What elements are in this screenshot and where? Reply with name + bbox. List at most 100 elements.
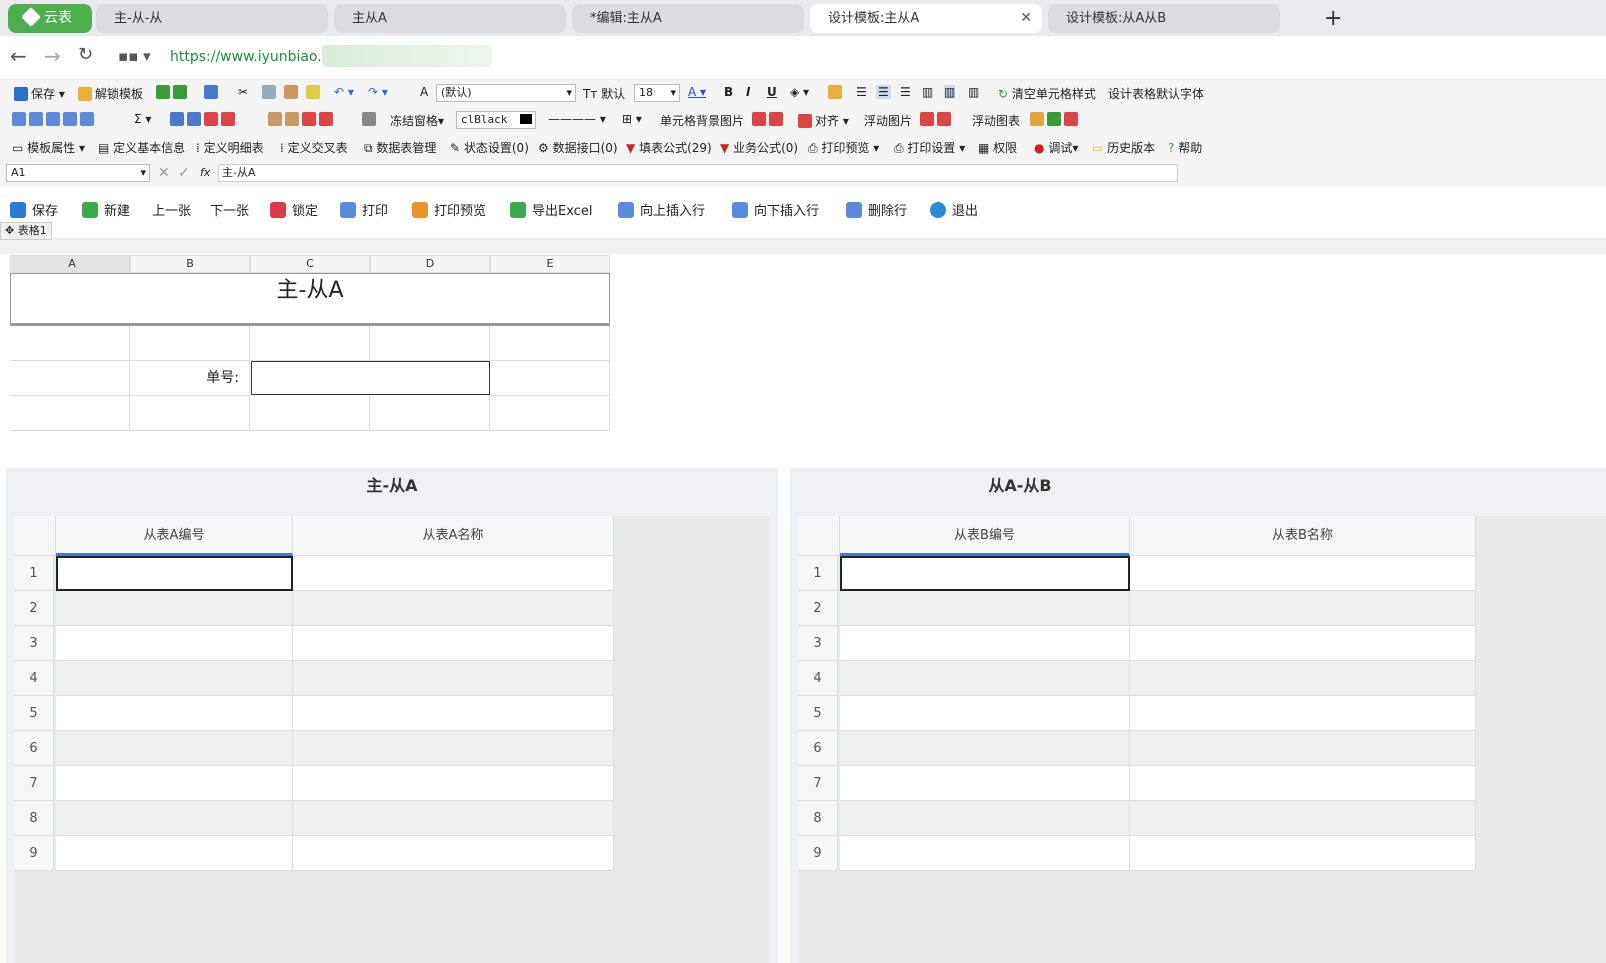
browser-tab[interactable]: *编辑:主从A — [572, 4, 804, 33]
sheet-title-cell[interactable]: 主-从A — [10, 273, 610, 326]
chart-icons[interactable] — [1030, 112, 1081, 126]
new-button[interactable]: 新建 — [82, 200, 130, 219]
grid-cell[interactable] — [1130, 836, 1476, 871]
grid-cell[interactable] — [1130, 766, 1476, 801]
lock-cell-icon[interactable] — [828, 85, 845, 99]
next-button[interactable]: 下一张 — [210, 200, 249, 219]
grid-cell[interactable] — [56, 801, 293, 836]
cancel-icon[interactable]: ✕ — [158, 165, 170, 181]
sum-button[interactable]: Σ ▾ — [134, 112, 151, 126]
history-version-button[interactable]: ▭ 历史版本 — [1092, 139, 1155, 156]
grid-header[interactable]: 从表A名称 — [293, 516, 614, 556]
grid-cell[interactable] — [840, 626, 1130, 661]
clear-style-button[interactable]: ↻ 清空单元格样式 — [998, 85, 1096, 102]
app-logo-tab[interactable]: 云表 — [8, 4, 92, 33]
distribute-right-icon[interactable]: ▥ — [968, 85, 979, 99]
sheet-cell[interactable] — [10, 396, 130, 431]
copy-sheet-icon[interactable] — [156, 85, 190, 99]
format-painter-icon[interactable] — [306, 85, 323, 99]
undo-icon[interactable]: ↶ ▾ — [334, 85, 354, 99]
browser-tab[interactable]: 设计模板:从A从B — [1048, 4, 1280, 33]
align-right-icon[interactable]: ☰ — [900, 85, 911, 99]
grid-cell[interactable] — [56, 696, 293, 731]
grid-cell[interactable] — [840, 696, 1130, 731]
forward-icon[interactable]: → — [44, 44, 61, 68]
prev-button[interactable]: 上一张 — [152, 200, 191, 219]
layout-icons[interactable] — [12, 112, 97, 126]
color-select[interactable]: clBlack — [456, 111, 536, 129]
grid-cell[interactable] — [56, 626, 293, 661]
grid-cell[interactable] — [56, 836, 293, 871]
grid-cell[interactable] — [840, 766, 1130, 801]
grid-header[interactable]: 从表A编号 — [56, 516, 293, 556]
sheet-cell[interactable] — [490, 326, 610, 361]
sheet-cell[interactable] — [130, 326, 250, 361]
paste-icon[interactable] — [284, 85, 301, 99]
align-left-icon[interactable]: ☰ — [856, 85, 867, 99]
float-chart-button[interactable]: 浮动图表 — [972, 112, 1020, 129]
browser-tab[interactable]: 主从A — [334, 4, 566, 33]
distribute-center-icon[interactable]: ▥ — [944, 85, 956, 99]
cut-icon[interactable]: ✂ — [238, 85, 248, 99]
align-center-icon[interactable]: ☰ — [876, 85, 891, 99]
font-size-select[interactable]: 18 ▾ — [634, 84, 680, 102]
line-style-select[interactable]: ———— ▾ — [548, 112, 606, 126]
underline-button[interactable]: U — [767, 85, 777, 99]
font-select[interactable]: (默认) ▾ — [436, 84, 576, 102]
col-header[interactable]: B — [130, 255, 250, 273]
grid-cell[interactable] — [840, 591, 1130, 626]
grid-cell[interactable] — [293, 836, 614, 871]
cell-ref-select[interactable]: A1 ▾ — [6, 164, 150, 182]
insert-icons[interactable] — [170, 112, 238, 126]
define-cross-table-button[interactable]: ⁞ 定义交叉表 — [280, 139, 348, 156]
grid-cell[interactable] — [840, 801, 1130, 836]
new-tab-icon[interactable]: + — [1324, 4, 1342, 33]
grid-cell[interactable] — [293, 661, 614, 696]
sheet-cell[interactable] — [490, 361, 610, 396]
grid-cell[interactable] — [293, 766, 614, 801]
font-color-icon[interactable]: A ▾ — [688, 85, 706, 99]
confirm-icon[interactable]: ✓ — [178, 165, 190, 181]
sheet-tag[interactable]: ✥ 表格1 — [0, 222, 52, 240]
apps-icon[interactable]: ▪▪ ▾ — [118, 47, 151, 65]
save-tool-button[interactable]: 保存 ▾ — [14, 85, 65, 102]
grid-cell[interactable] — [840, 836, 1130, 871]
browser-tab-active[interactable]: 设计模板:主从A ✕ — [810, 4, 1042, 33]
grid-cell[interactable] — [56, 661, 293, 696]
permissions-button[interactable]: ▦ 权限 — [978, 139, 1017, 156]
grid-cell[interactable] — [293, 731, 614, 766]
float-image-icons[interactable] — [920, 112, 954, 126]
col-header[interactable]: D — [370, 255, 490, 273]
status-settings-button[interactable]: ✎ 状态设置(0) — [450, 139, 529, 156]
data-table-manage-button[interactable]: ⧉ 数据表管理 — [364, 139, 436, 156]
grid-cell[interactable] — [293, 696, 614, 731]
freeze-button[interactable]: 冻结窗格▾ — [390, 112, 444, 129]
italic-button[interactable]: I — [746, 85, 750, 99]
url-text[interactable]: https://www.iyunbiao.cn/ — [170, 49, 343, 65]
print-settings-button[interactable]: ⎙ 打印设置 ▾ — [894, 139, 965, 156]
sheet-cell[interactable] — [250, 326, 370, 361]
insert-row-below-button[interactable]: 向下插入行 — [732, 200, 819, 219]
grid-cell[interactable] — [293, 556, 614, 591]
browser-tab[interactable]: 主-从-从 — [96, 4, 328, 33]
grid-cell[interactable] — [1130, 731, 1476, 766]
import-icon[interactable] — [204, 85, 221, 99]
grid-cell[interactable] — [840, 661, 1130, 696]
grid-cell[interactable] — [1130, 626, 1476, 661]
grid-cell[interactable] — [1130, 801, 1476, 836]
fill-color-icon[interactable]: ◈ ▾ — [790, 85, 809, 99]
grid-cell[interactable] — [1130, 556, 1476, 591]
sheet-cell[interactable] — [10, 361, 130, 396]
print-button[interactable]: 打印 — [340, 200, 388, 219]
default-size-button[interactable]: Tт 默认 — [583, 85, 625, 102]
help-button[interactable]: ? 帮助 — [1168, 139, 1202, 156]
grid-cell[interactable] — [1130, 661, 1476, 696]
col-header[interactable]: C — [250, 255, 370, 273]
sheet-cell[interactable] — [490, 396, 610, 431]
business-formula-button[interactable]: ▼ 业务公式(0) — [720, 139, 798, 156]
copy-icon[interactable] — [262, 85, 279, 99]
define-basic-info-button[interactable]: ▤ 定义基本信息 — [98, 139, 185, 156]
grid-cell[interactable] — [840, 731, 1130, 766]
grid-cell[interactable] — [293, 801, 614, 836]
sheet-cell[interactable] — [250, 396, 370, 431]
